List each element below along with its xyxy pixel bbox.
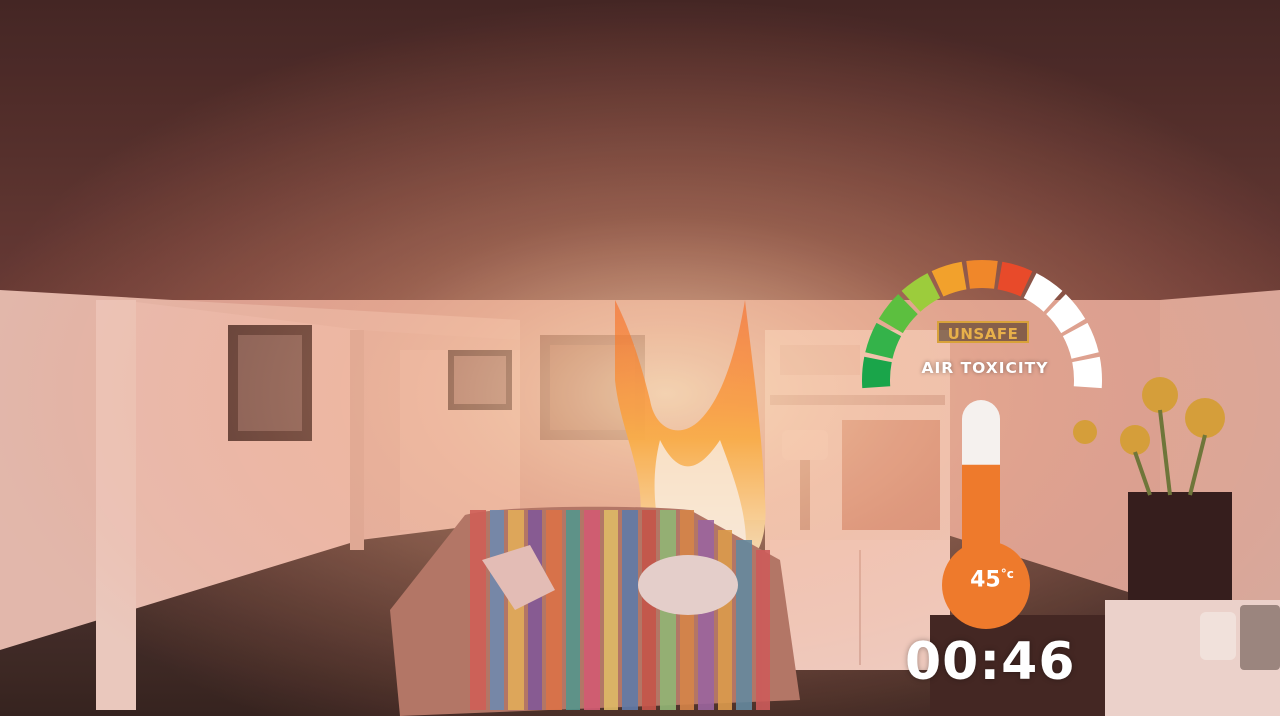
temperature-value: 45 [970, 567, 1001, 593]
gauge-label: AIR TOXICITY [921, 359, 1049, 377]
status-badge: UNSAFE [937, 321, 1029, 343]
thermometer-icon [942, 400, 1030, 629]
gauge-segment [1072, 356, 1102, 389]
gauge-segment [931, 261, 967, 297]
gauge-segment [862, 356, 892, 389]
gauge-segment [966, 260, 998, 289]
temperature-readout: 45°c [952, 567, 1032, 592]
temperature-unit: °c [1000, 567, 1014, 581]
elapsed-timer: 00:46 [905, 632, 1076, 692]
gauge-segment [997, 261, 1033, 297]
